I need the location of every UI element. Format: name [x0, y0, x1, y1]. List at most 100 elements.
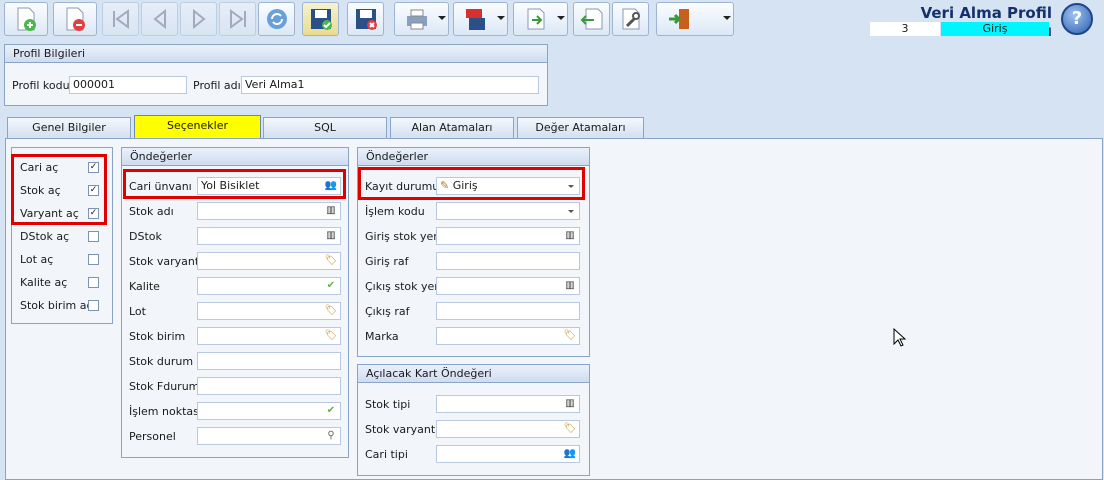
stok-birim-ac-checkbox[interactable] — [88, 300, 99, 311]
highlight-box — [358, 167, 585, 200]
field-input[interactable]: ▥ — [436, 277, 580, 295]
field-input[interactable]: ▥ — [436, 227, 580, 245]
field-input[interactable] — [197, 352, 341, 370]
check-label: Lot aç — [20, 253, 54, 266]
tag-icon[interactable]: 🏷 — [563, 423, 577, 435]
export-button[interactable] — [513, 2, 568, 36]
field-label: Giriş raf — [365, 255, 409, 268]
prev-record-button[interactable] — [141, 2, 178, 36]
field-label: Stok tipi — [365, 398, 411, 411]
lot-ac-checkbox[interactable] — [88, 254, 99, 265]
refresh-icon — [266, 9, 287, 29]
settings-button[interactable] — [612, 2, 649, 36]
help-button[interactable]: ? — [1061, 3, 1093, 35]
last-record-button[interactable] — [219, 2, 256, 36]
status-badge: Giriş — [941, 22, 1049, 36]
import-button[interactable] — [573, 2, 610, 36]
pdf-export-button[interactable] — [453, 2, 508, 36]
new-icon — [17, 7, 36, 31]
chevron-down-icon[interactable] — [568, 210, 574, 213]
tag-icon[interactable]: 🏷 — [563, 330, 577, 342]
field-input[interactable]: 🏷 — [436, 327, 580, 345]
delete-icon — [66, 7, 85, 31]
field-input[interactable]: 👥 — [436, 445, 580, 463]
field-label: Cari tipi — [365, 448, 408, 461]
record-count: 3 — [870, 22, 940, 36]
save-cancel-icon — [355, 9, 377, 30]
field-input[interactable]: ✔ — [197, 277, 341, 295]
people-icon[interactable]: 👥 — [563, 448, 577, 460]
barcode-icon[interactable]: ▥ — [563, 280, 577, 292]
field-input[interactable]: 🏷 — [197, 252, 341, 270]
field-label: Çıkış stok yeri — [365, 280, 442, 293]
barcode-icon[interactable]: ▥ — [563, 230, 577, 242]
check-icon[interactable]: ✔ — [324, 405, 338, 417]
check-icon[interactable]: ✔ — [324, 280, 338, 292]
person-icon[interactable]: ⚲ — [324, 430, 338, 442]
field-input[interactable] — [436, 252, 580, 270]
help-icon: ? — [1071, 8, 1083, 29]
profil-code-field[interactable]: 000001 — [69, 76, 187, 94]
settings-icon — [622, 8, 640, 30]
kalite-ac-checkbox[interactable] — [88, 277, 99, 288]
mouse-cursor-icon — [893, 328, 907, 347]
tag-icon[interactable]: 🏷 — [324, 330, 338, 342]
field-input[interactable] — [436, 202, 580, 220]
highlight-box — [123, 169, 346, 199]
profil-code-label: Profil kodu — [12, 79, 70, 92]
tab-secenekler[interactable]: Seçenekler — [134, 115, 261, 139]
cancel-save-button[interactable] — [347, 2, 384, 36]
field-label: DStok — [129, 230, 162, 243]
tab-alan-atamalari[interactable]: Alan Atamaları — [390, 117, 514, 138]
field-input[interactable] — [436, 302, 580, 320]
next-record-button[interactable] — [180, 2, 217, 36]
group-title: Profil Bilgileri — [5, 45, 547, 63]
profil-name-field[interactable]: Veri Alma1 — [241, 76, 539, 94]
field-input[interactable] — [197, 377, 341, 395]
pdf-export-icon — [465, 9, 485, 30]
field-input[interactable]: 🏷 — [197, 327, 341, 345]
last-icon — [229, 9, 246, 29]
tab-genel-bilgiler[interactable]: Genel Bilgiler — [7, 117, 131, 138]
import-icon — [580, 8, 602, 30]
refresh-button[interactable] — [258, 2, 295, 36]
tag-icon[interactable]: 🏷 — [324, 255, 338, 267]
barcode-icon[interactable]: ▥ — [563, 398, 577, 410]
first-record-button[interactable] — [102, 2, 139, 36]
group-title: Öndeğerler — [358, 148, 589, 166]
barcode-icon[interactable]: ▥ — [324, 230, 338, 242]
field-label: Stok varyantı — [365, 423, 439, 436]
field-label: Giriş stok yeri — [365, 230, 441, 243]
field-label: Lot — [129, 305, 146, 318]
check-label: Stok birim aç — [20, 299, 93, 312]
tag-icon[interactable]: 🏷 — [324, 305, 338, 317]
field-input[interactable]: ▥ — [436, 395, 580, 413]
export-icon — [527, 8, 544, 30]
field-label: Kalite — [129, 280, 160, 293]
field-input[interactable]: ▥ — [197, 227, 341, 245]
new-button[interactable] — [4, 2, 48, 36]
exit-button[interactable] — [656, 2, 734, 36]
exit-icon — [669, 9, 689, 29]
field-input[interactable]: ▥ — [197, 202, 341, 220]
group-title: Açılacak Kart Öndeğeri — [358, 365, 589, 383]
field-label: Stok durum — [129, 355, 194, 368]
field-label: Stok varyantı — [129, 255, 203, 268]
highlight-box — [11, 154, 107, 225]
field-input[interactable]: 🏷 — [436, 420, 580, 438]
dstok-ac-checkbox[interactable] — [88, 231, 99, 242]
print-button[interactable] — [394, 2, 449, 36]
save-button[interactable] — [302, 2, 339, 36]
profil-name-label: Profil adı — [193, 79, 241, 92]
next-icon — [192, 8, 206, 30]
check-label: DStok aç — [20, 230, 70, 243]
field-input[interactable]: ✔ — [197, 402, 341, 420]
barcode-icon[interactable]: ▥ — [324, 205, 338, 217]
delete-button[interactable] — [53, 2, 97, 36]
field-label: Marka — [365, 330, 399, 343]
tab-deger-atamalari[interactable]: Değer Atamaları — [517, 117, 644, 138]
field-input[interactable]: ⚲ — [197, 427, 341, 445]
tab-sql[interactable]: SQL — [263, 117, 387, 138]
field-input[interactable]: 🏷 — [197, 302, 341, 320]
save-icon — [310, 9, 332, 30]
